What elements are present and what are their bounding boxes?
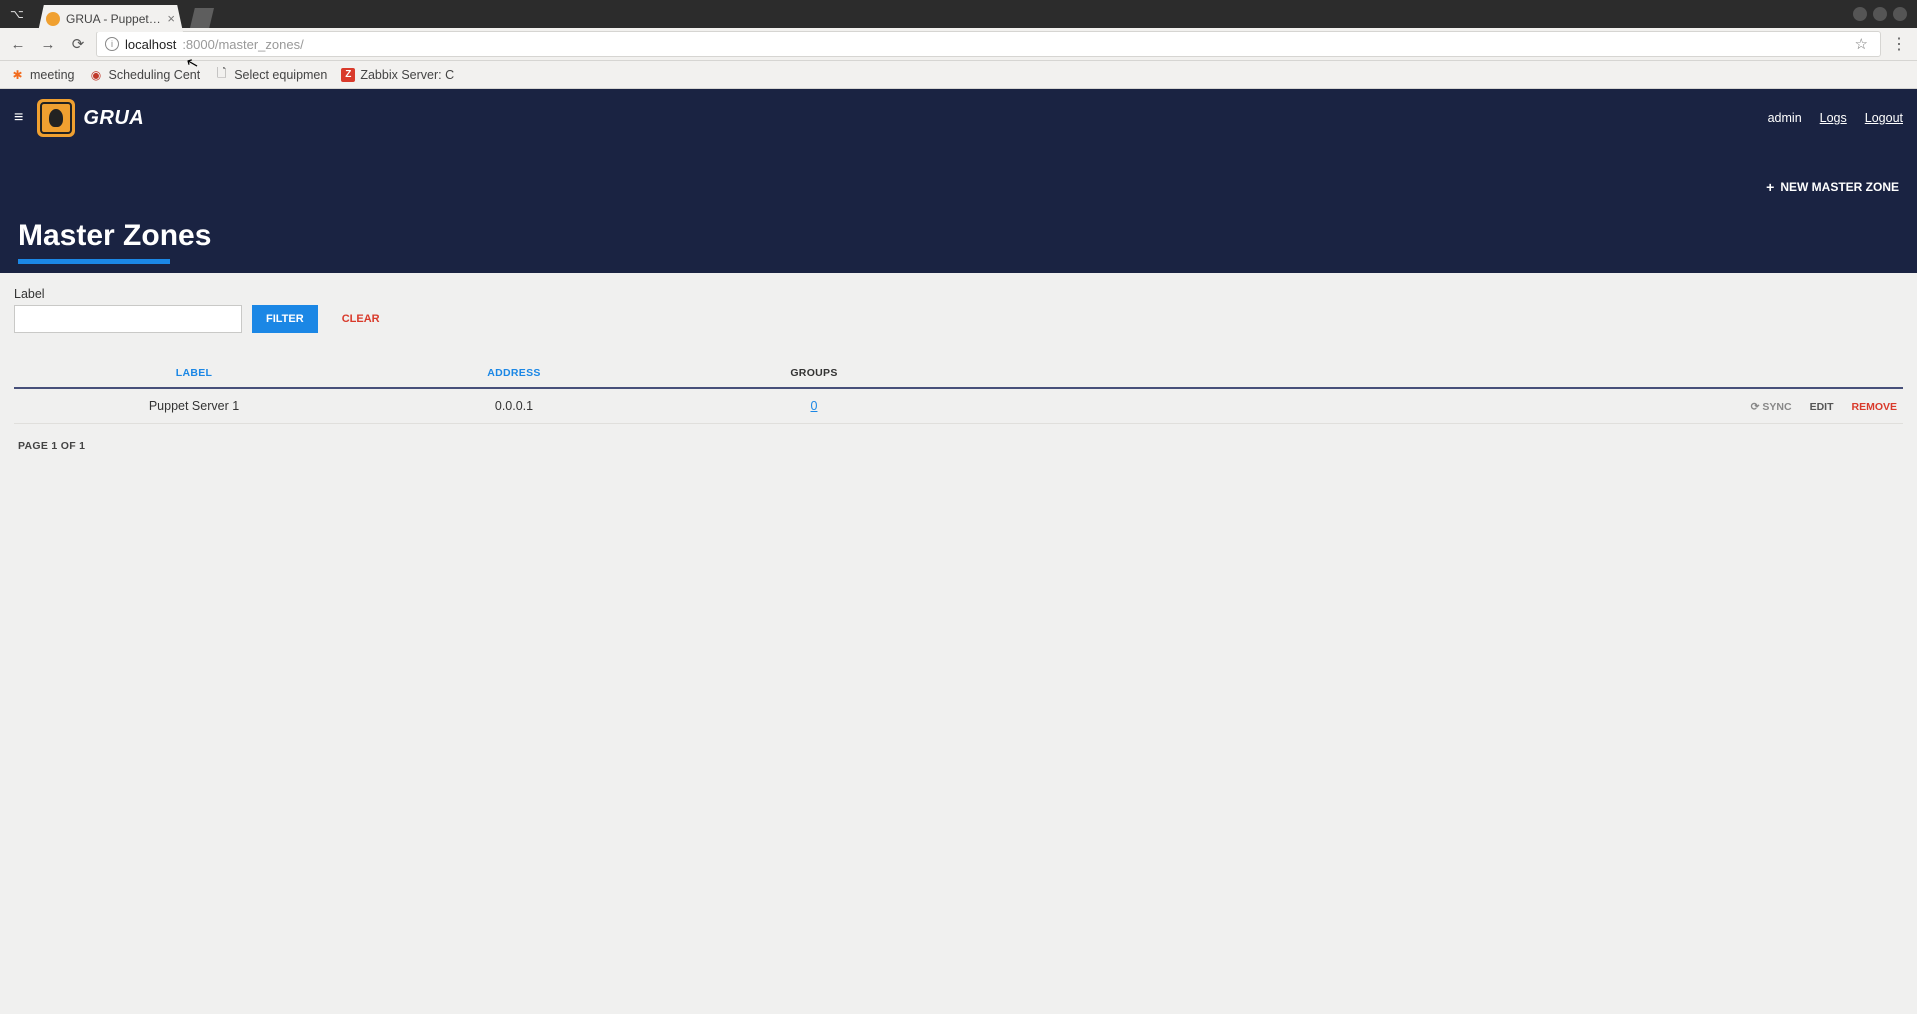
bookmark-icon: ✱: [10, 67, 25, 82]
active-tab-indicator: [18, 259, 170, 264]
site-info-icon[interactable]: i: [105, 37, 119, 51]
window-minimize-button[interactable]: [1853, 7, 1867, 21]
plus-icon: +: [1766, 179, 1774, 195]
col-groups-header[interactable]: GROUPS: [654, 359, 974, 388]
bookmark-item[interactable]: ◉ Scheduling Cent: [88, 67, 200, 82]
bookmark-item[interactable]: Z Zabbix Server: C: [341, 68, 454, 82]
hamburger-icon[interactable]: ≡: [14, 109, 23, 127]
bookmark-icon: Z: [341, 68, 355, 82]
cell-label: Puppet Server 1: [14, 388, 374, 424]
logs-link[interactable]: Logs: [1820, 111, 1847, 125]
zones-table: LABEL ADDRESS GROUPS Puppet Server 1 0.0…: [0, 341, 1917, 424]
table-row: Puppet Server 1 0.0.0.1 0 ⟳ SYNC EDIT RE…: [14, 388, 1903, 424]
new-button-label: NEW MASTER ZONE: [1780, 180, 1899, 194]
address-bar[interactable]: i localhost :8000/master_zones/ ☆: [96, 31, 1881, 57]
col-address-header[interactable]: ADDRESS: [374, 359, 654, 388]
filter-section: Label FILTER CLEAR: [0, 273, 1917, 341]
current-user: admin: [1768, 111, 1802, 125]
bookmark-item[interactable]: ✱ meeting: [10, 67, 74, 82]
sync-icon: ⟳: [1751, 401, 1760, 413]
window-close-button[interactable]: [1893, 7, 1907, 21]
cell-address: 0.0.0.1: [374, 388, 654, 424]
clear-button[interactable]: CLEAR: [328, 305, 394, 333]
sync-label: SYNC: [1762, 401, 1791, 413]
bookmark-label: meeting: [30, 68, 74, 82]
browser-menu-button[interactable]: ⋮: [1887, 34, 1911, 54]
tab-title: GRUA - Puppet Clas: [66, 12, 161, 26]
groups-count-link[interactable]: 0: [811, 399, 818, 413]
pagination-text: PAGE 1 OF 1: [0, 424, 1917, 468]
brand-logo[interactable]: GRUA: [37, 99, 144, 137]
bookmark-label: Zabbix Server: C: [360, 68, 454, 82]
new-master-zone-button[interactable]: + NEW MASTER ZONE: [1766, 179, 1899, 195]
bookmark-label: Select equipmen: [234, 68, 327, 82]
label-filter-input[interactable]: [14, 305, 242, 333]
table-header-row: LABEL ADDRESS GROUPS: [14, 359, 1903, 388]
app-menu-icon: ⌥: [10, 7, 24, 21]
brand-name: GRUA: [83, 107, 144, 130]
edit-button[interactable]: EDIT: [1810, 401, 1834, 413]
browser-tab[interactable]: GRUA - Puppet Clas ×: [38, 5, 183, 32]
bookmark-item[interactable]: 🗋 Select equipmen: [214, 67, 327, 82]
tab-favicon: [46, 12, 60, 26]
bookmark-label: Scheduling Cent: [108, 68, 200, 82]
logout-link[interactable]: Logout: [1865, 111, 1903, 125]
label-field-label: Label: [14, 287, 1899, 301]
filter-button[interactable]: FILTER: [252, 305, 318, 333]
url-host: localhost: [125, 37, 176, 52]
url-path: :8000/master_zones/: [182, 37, 303, 52]
tab-close-icon[interactable]: ×: [167, 11, 175, 26]
logo-badge-icon: [37, 99, 75, 137]
bookmarks-bar: ✱ meeting ◉ Scheduling Cent 🗋 Select equ…: [0, 61, 1917, 89]
col-actions-header: [974, 359, 1903, 388]
app-header: ≡ GRUA admin Logs Logout: [0, 89, 1917, 147]
back-button[interactable]: ←: [6, 32, 30, 56]
window-maximize-button[interactable]: [1873, 7, 1887, 21]
sync-button[interactable]: ⟳ SYNC: [1751, 401, 1792, 413]
page-title: Master Zones: [18, 219, 1899, 253]
forward-button[interactable]: →: [36, 32, 60, 56]
bookmark-icon: ◉: [88, 67, 103, 82]
browser-toolbar: ← → ⟳ i localhost :8000/master_zones/ ☆ ⋮: [0, 28, 1917, 61]
col-label-header[interactable]: LABEL: [14, 359, 374, 388]
remove-button[interactable]: REMOVE: [1851, 401, 1897, 413]
page-hero: + NEW MASTER ZONE Master Zones: [0, 147, 1917, 273]
bookmark-star-icon[interactable]: ☆: [1855, 35, 1868, 53]
file-icon: 🗋: [214, 67, 229, 82]
os-titlebar: ⌥: [0, 0, 1917, 28]
reload-button[interactable]: ⟳: [66, 32, 90, 56]
